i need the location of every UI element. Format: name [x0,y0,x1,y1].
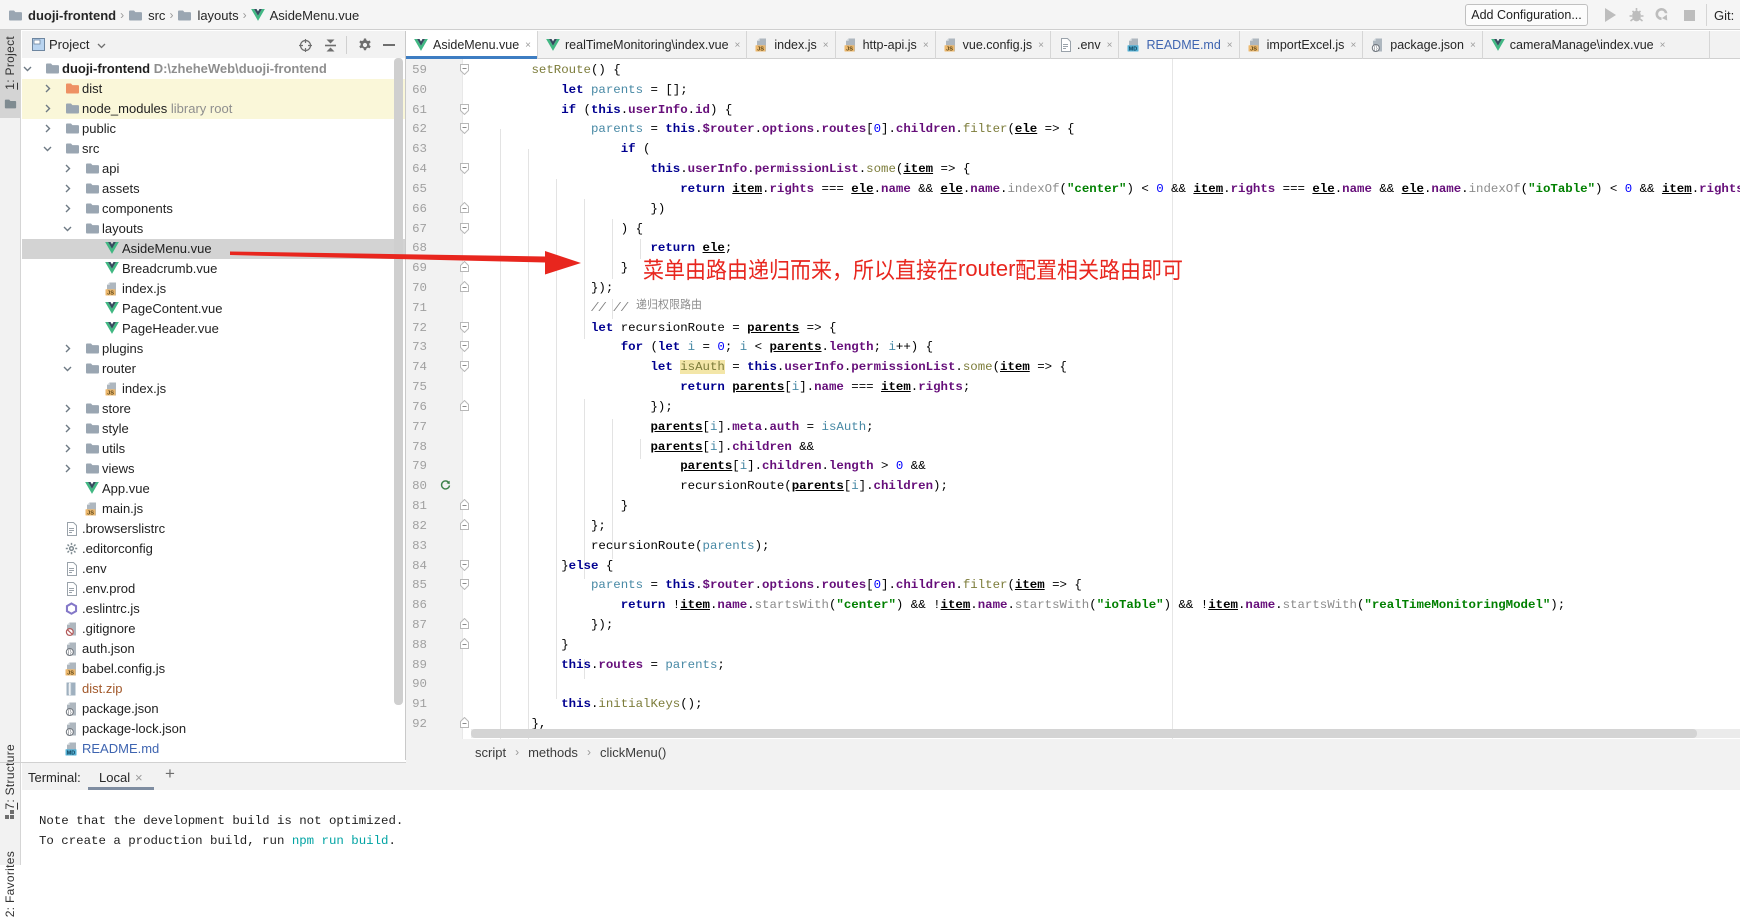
svg-text:JS: JS [846,47,853,53]
svg-text:JS: JS [87,511,94,517]
svg-text:JS: JS [107,391,114,397]
svg-text:{}: {} [68,710,72,716]
svg-text:{}: {} [68,650,72,656]
svg-text:JS: JS [107,291,114,297]
svg-text:MD: MD [1129,46,1137,52]
svg-text:JS: JS [757,47,764,53]
svg-text:{}: {} [1374,46,1378,52]
svg-text:MD: MD [67,750,75,756]
svg-text:JS: JS [946,47,953,53]
svg-text:{}: {} [68,730,72,736]
svg-text:JS: JS [67,671,74,677]
svg-text:JS: JS [1250,47,1257,53]
